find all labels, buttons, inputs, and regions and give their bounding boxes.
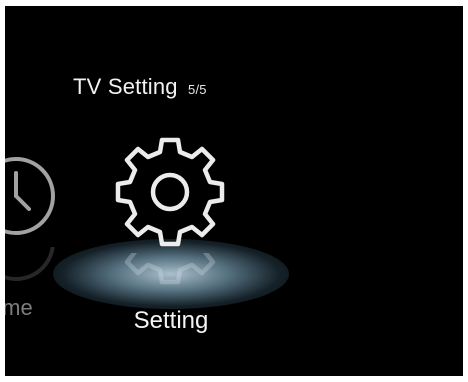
clock-icon-reflection (5, 247, 55, 281)
clock-icon (5, 157, 55, 235)
menu-item-setting[interactable]: Setting (53, 131, 289, 351)
gear-icon (115, 137, 225, 247)
menu-item-label: Setting (133, 307, 209, 334)
gear-icon-reflection (115, 253, 225, 285)
menu-item-time[interactable]: ime (5, 151, 61, 321)
menu-item-label: ime (5, 295, 33, 320)
tv-menu-screen: TV Setting 5/5 ime Setting (5, 6, 463, 376)
page-title: TV Setting 5/5 (73, 74, 207, 100)
page-title-text: TV Setting (73, 74, 178, 99)
page-indicator: 5/5 (188, 82, 207, 97)
